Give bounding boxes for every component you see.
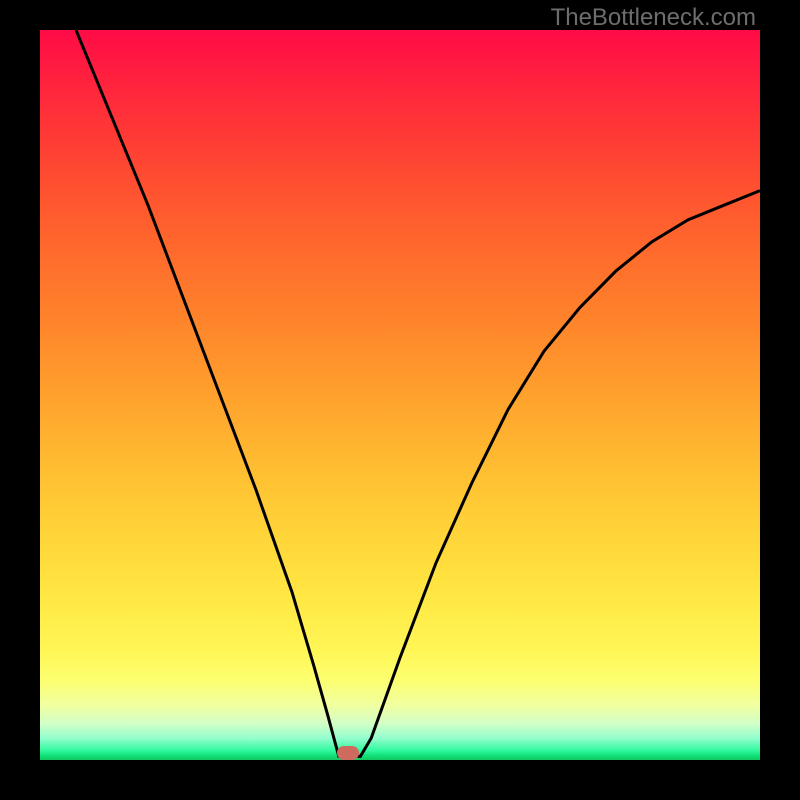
plot-area [40, 30, 760, 760]
optimum-marker [337, 746, 359, 760]
curve-path [76, 30, 760, 756]
bottleneck-curve [40, 30, 760, 760]
chart-frame: TheBottleneck.com [0, 0, 800, 800]
watermark-text: TheBottleneck.com [551, 4, 756, 32]
